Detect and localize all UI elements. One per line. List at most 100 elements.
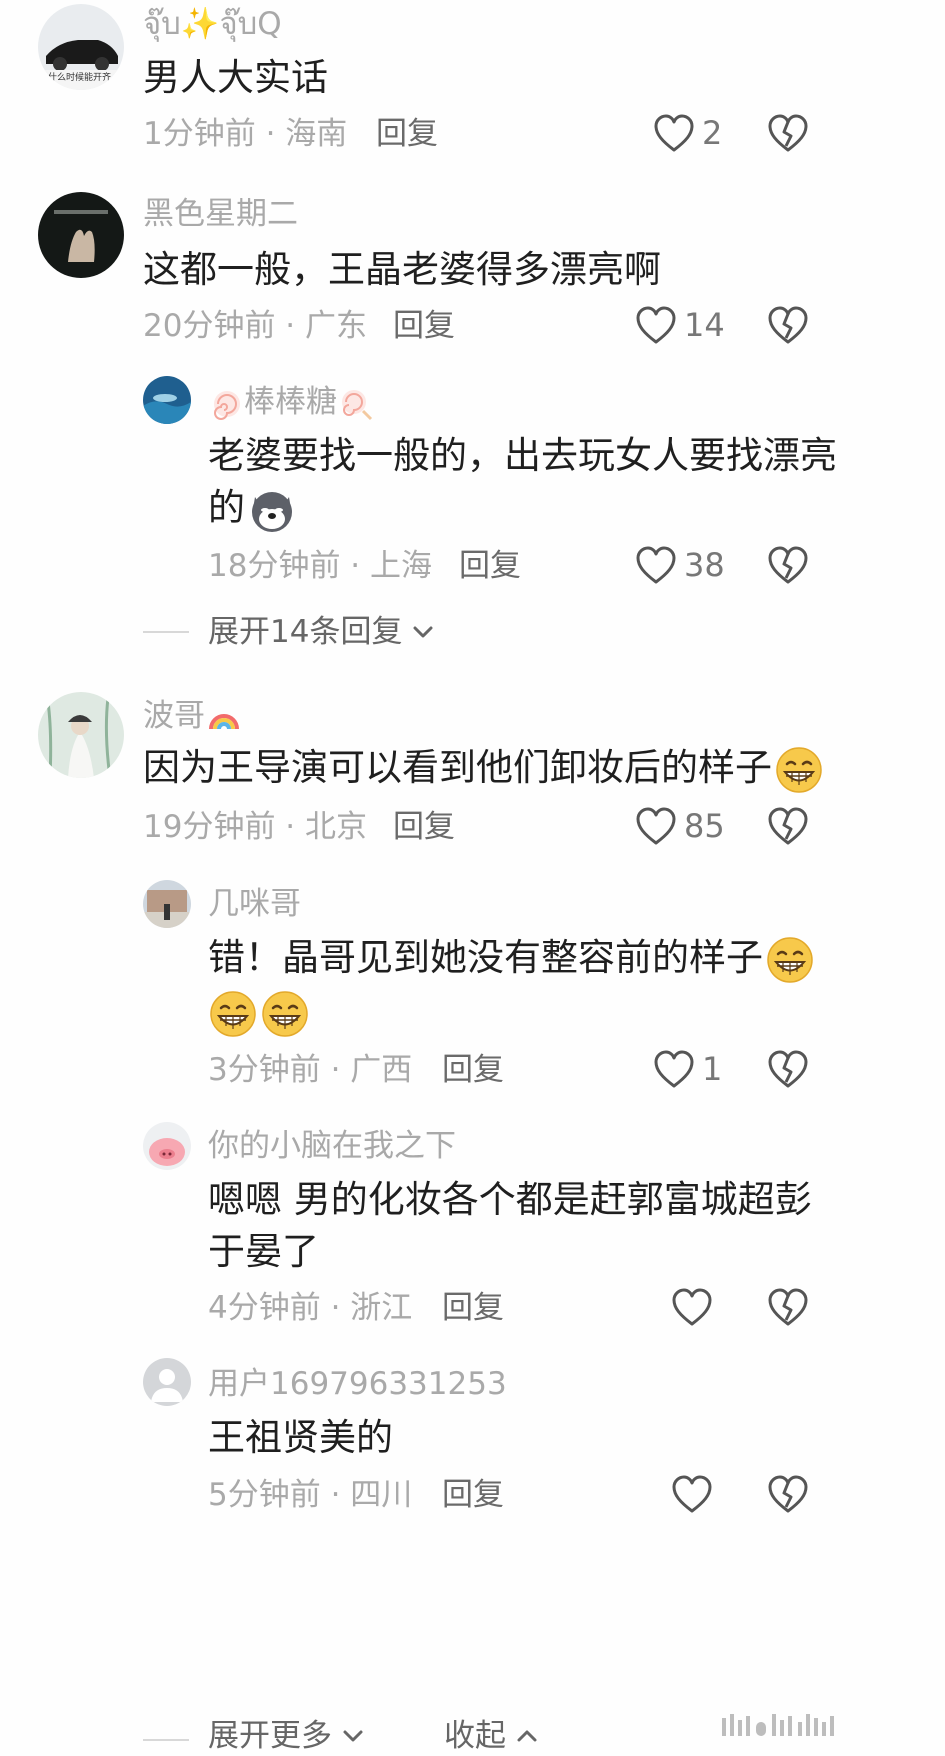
expand-replies-button[interactable]: 展开14条回复 <box>208 612 436 652</box>
chevron-down-icon <box>410 619 436 645</box>
reply-location: 广西 <box>350 1052 413 1088</box>
reply-button[interactable]: 回复 <box>393 306 455 346</box>
meta-separator: · <box>275 809 306 845</box>
meta-separator: · <box>320 1052 351 1088</box>
dislike-button[interactable] <box>766 1286 810 1328</box>
comment-text: 男人大实话 <box>143 56 328 99</box>
collapse-button[interactable]: 收起 <box>444 1716 540 1756</box>
comment-location: 北京 <box>305 809 368 845</box>
expand-more-label: 展开更多 <box>208 1718 332 1754</box>
comment-meta: 19分钟前 · 北京 <box>143 807 367 847</box>
dislike-button[interactable] <box>766 805 810 847</box>
reply-meta: 18分钟前 · 上海 <box>208 546 432 586</box>
heart-icon <box>634 805 678 847</box>
broken-heart-icon <box>766 544 810 586</box>
heart-icon <box>634 304 678 346</box>
heart-icon <box>652 112 696 154</box>
reply-username[interactable]: 你的小脑在我之下 <box>208 1126 456 1166</box>
avatar[interactable] <box>143 1122 191 1170</box>
like-button[interactable] <box>670 1471 720 1517</box>
heart-icon <box>652 1048 696 1090</box>
comment-time: 19分钟前 <box>143 809 276 845</box>
reply-time: 5分钟前 <box>208 1477 321 1513</box>
reply-username-text: 棒棒糖 <box>244 384 337 420</box>
reply-username[interactable]: 几咪哥 <box>208 884 301 924</box>
reply-text: 于晏了 <box>208 1230 319 1273</box>
avatar[interactable]: 什么时候能开齐 <box>38 4 124 90</box>
like-count: 1 <box>702 1050 723 1088</box>
dislike-button[interactable] <box>766 112 810 154</box>
reply-text: 的 <box>208 480 297 536</box>
broken-heart-icon <box>766 1473 810 1515</box>
comment-username[interactable]: 黑色星期二 <box>143 194 298 234</box>
meta-separator: · <box>255 116 286 152</box>
grin-emoji-icon <box>765 935 815 985</box>
like-count: 2 <box>702 114 723 152</box>
reply-button[interactable]: 回复 <box>393 807 455 847</box>
expand-more-button[interactable]: 展开更多 <box>208 1716 366 1756</box>
comment-username[interactable]: จุ๊บ✨จุ๊บQ <box>143 4 282 44</box>
comment-username[interactable]: 波哥 <box>143 696 241 736</box>
meta-separator: · <box>275 308 306 344</box>
broken-heart-icon <box>766 805 810 847</box>
reply-button[interactable]: 回复 <box>442 1288 504 1328</box>
reply-text-content: 错！晶哥见到她没有整容前的样子 <box>208 936 763 979</box>
like-button[interactable]: 38 <box>634 542 725 588</box>
reply-button[interactable]: 回复 <box>442 1050 504 1090</box>
like-count: 14 <box>684 306 725 344</box>
dislike-button[interactable] <box>766 304 810 346</box>
divider <box>143 631 189 633</box>
meta-separator: · <box>340 548 371 584</box>
rainbow-icon <box>207 701 241 735</box>
husky-emoji-icon <box>247 485 297 535</box>
reply-meta: 3分钟前 · 广西 <box>208 1050 412 1090</box>
reply-button[interactable]: 回复 <box>376 114 438 154</box>
avatar-caption: 什么时候能开齐 <box>48 73 112 83</box>
heart-icon <box>634 544 678 586</box>
like-count: 85 <box>684 807 725 845</box>
comment-time: 1分钟前 <box>143 116 256 152</box>
comment-text-content: 因为王导演可以看到他们卸妆后的样子 <box>143 746 772 789</box>
expand-replies-label: 展开14条回复 <box>208 614 403 650</box>
comment-location: 海南 <box>285 116 348 152</box>
reply-text: 嗯嗯 男的化妆各个都是赶郭富城超彭 <box>208 1178 812 1221</box>
meta-separator: · <box>320 1477 351 1513</box>
lollipop-icon <box>339 387 373 421</box>
comment-text: 因为王导演可以看到他们卸妆后的样子 <box>143 740 824 796</box>
like-button[interactable]: 2 <box>652 110 722 156</box>
heart-icon <box>670 1286 714 1328</box>
avatar[interactable] <box>143 880 191 928</box>
dislike-button[interactable] <box>766 1473 810 1515</box>
avatar[interactable] <box>38 692 124 778</box>
comment-time: 20分钟前 <box>143 308 276 344</box>
reply-location: 上海 <box>370 548 433 584</box>
grin-emoji-icon <box>260 989 310 1039</box>
lollipop-icon <box>210 387 244 421</box>
like-button[interactable]: 14 <box>634 302 725 348</box>
reply-username[interactable]: 用户169796331253 <box>208 1364 507 1404</box>
avatar[interactable] <box>38 192 124 278</box>
collapse-label: 收起 <box>444 1718 506 1754</box>
avatar[interactable] <box>143 376 191 424</box>
reply-button[interactable]: 回复 <box>442 1475 504 1515</box>
chevron-down-icon <box>340 1723 366 1749</box>
reply-text-emoji-line <box>206 984 310 1040</box>
comment-meta: 20分钟前 · 广东 <box>143 306 367 346</box>
dislike-button[interactable] <box>766 544 810 586</box>
reply-text: 老婆要找一般的，出去玩女人要找漂亮 <box>208 434 837 477</box>
dislike-button[interactable] <box>766 1048 810 1090</box>
like-button[interactable]: 85 <box>634 803 725 849</box>
like-button[interactable] <box>670 1284 720 1330</box>
reply-location: 四川 <box>350 1477 413 1513</box>
like-button[interactable]: 1 <box>652 1046 722 1092</box>
reply-location: 浙江 <box>350 1290 413 1326</box>
broken-heart-icon <box>766 1286 810 1328</box>
comment-meta: 1分钟前 · 海南 <box>143 114 347 154</box>
reply-button[interactable]: 回复 <box>459 546 521 586</box>
broken-heart-icon <box>766 1048 810 1090</box>
reply-time: 18分钟前 <box>208 548 341 584</box>
reply-text: 错！晶哥见到她没有整容前的样子 <box>208 930 815 986</box>
grin-emoji-icon <box>774 745 824 795</box>
avatar[interactable] <box>143 1358 191 1406</box>
reply-username[interactable]: 棒棒糖 <box>208 382 373 422</box>
